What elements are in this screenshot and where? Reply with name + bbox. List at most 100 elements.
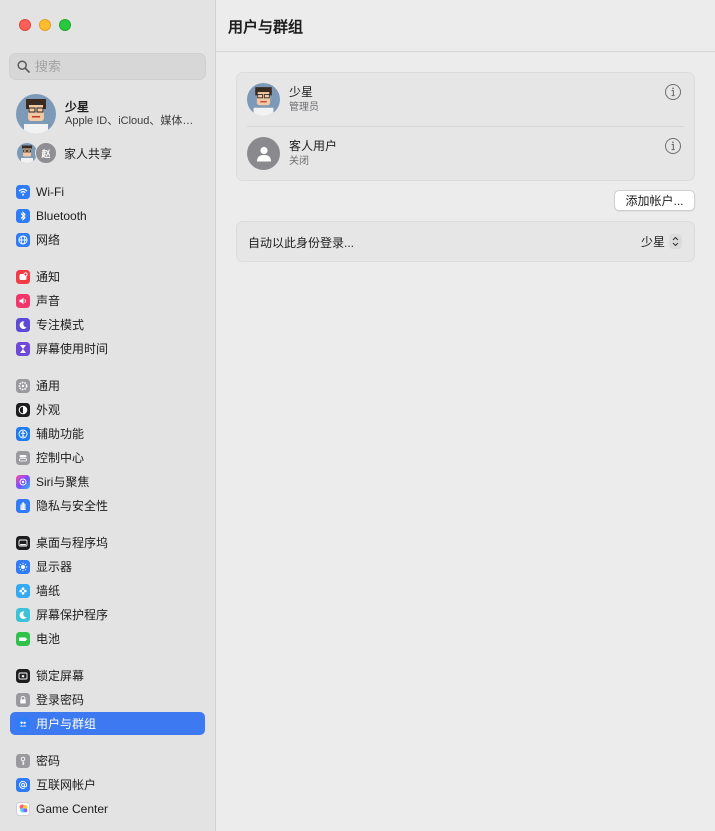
screensaver-icon bbox=[16, 607, 30, 622]
page-title: 用户与群组 bbox=[228, 19, 304, 36]
toolbar: 用户与群组 bbox=[216, 0, 715, 52]
sidebar-item-lock-screen[interactable]: 锁定屏幕 bbox=[10, 664, 205, 687]
sidebar-item-displays[interactable]: 显示器 bbox=[10, 555, 205, 578]
traffic-lights bbox=[19, 19, 71, 31]
search-icon bbox=[17, 60, 30, 73]
user-text: 客人用户 关闭 bbox=[289, 139, 337, 169]
sidebar-item-siri[interactable]: Siri与聚焦 bbox=[10, 470, 205, 493]
sidebar-item-label: 控制中心 bbox=[36, 451, 85, 465]
game-center-icon bbox=[16, 801, 30, 816]
auto-login-value: 少星 bbox=[640, 235, 665, 249]
sidebar-item-label: 密码 bbox=[36, 754, 61, 768]
chevron-updown-icon bbox=[669, 234, 682, 249]
sidebar-item-general[interactable]: 通用 bbox=[10, 374, 205, 397]
sidebar-item-label: Bluetooth bbox=[36, 208, 87, 223]
sidebar-item-label: Siri与聚焦 bbox=[36, 475, 90, 489]
sidebar-item-label: 用户与群组 bbox=[36, 717, 97, 731]
at-icon bbox=[16, 777, 30, 792]
user-row-guest[interactable]: 客人用户 关闭 bbox=[237, 127, 694, 180]
user-role: 管理员 bbox=[289, 101, 319, 113]
auto-login-row: 自动以此身份登录... 少星 bbox=[236, 221, 695, 262]
close-window-button[interactable] bbox=[19, 19, 31, 31]
sidebar-item-appearance[interactable]: 外观 bbox=[10, 398, 205, 421]
sidebar-item-wifi[interactable]: Wi-Fi bbox=[10, 180, 205, 203]
sidebar-item-internet-accounts[interactable]: 互联网帐户 bbox=[10, 773, 205, 796]
sidebar-item-privacy[interactable]: 隐私与安全性 bbox=[10, 494, 205, 517]
speaker-icon bbox=[16, 293, 30, 308]
system-settings-window: 少星 Apple ID、iCloud、媒体… 赵 家人共 bbox=[0, 0, 715, 831]
sidebar-item-game-center[interactable]: Game Center bbox=[10, 797, 205, 820]
sidebar-item-label: 互联网帐户 bbox=[36, 778, 97, 792]
control-center-icon bbox=[16, 450, 30, 465]
sidebar-item-desktop-dock[interactable]: 桌面与程序坞 bbox=[10, 531, 205, 554]
sidebar-item-label: 墙纸 bbox=[36, 584, 61, 598]
users-icon bbox=[16, 716, 30, 731]
accessibility-icon bbox=[16, 426, 30, 441]
sidebar-item-passwords[interactable]: 密码 bbox=[10, 749, 205, 772]
user-row-admin[interactable]: 少星 管理员 bbox=[237, 73, 694, 126]
sidebar-item-label: 锁定屏幕 bbox=[36, 669, 85, 683]
key-icon bbox=[16, 753, 30, 768]
hand-icon bbox=[16, 498, 30, 513]
family-avatar-2: 赵 bbox=[35, 142, 57, 164]
guest-avatar bbox=[247, 137, 280, 170]
sidebar-item-screen-time[interactable]: 屏幕使用时间 bbox=[10, 337, 205, 360]
avatar bbox=[16, 94, 56, 134]
sidebar-item-label: 登录密码 bbox=[36, 693, 85, 707]
sidebar-item-label: 网络 bbox=[36, 233, 61, 247]
sidebar-item-label: 外观 bbox=[36, 403, 61, 417]
sidebar-item-control-center[interactable]: 控制中心 bbox=[10, 446, 205, 469]
search-input[interactable] bbox=[35, 59, 185, 74]
sun-icon bbox=[16, 559, 30, 574]
sidebar-item-label: 屏幕保护程序 bbox=[36, 608, 109, 622]
user-name: 客人用户 bbox=[289, 138, 338, 153]
moon-icon bbox=[16, 317, 30, 332]
sidebar-item-login-password[interactable]: 登录密码 bbox=[10, 688, 205, 711]
wifi-icon bbox=[16, 184, 30, 199]
sidebar-item-label: Game Center bbox=[36, 801, 109, 816]
sidebar-item-wallpaper[interactable]: 墙纸 bbox=[10, 579, 205, 602]
sidebar-item-battery[interactable]: 电池 bbox=[10, 627, 205, 650]
maximize-window-button[interactable] bbox=[59, 19, 71, 31]
apple-id-account[interactable]: 少星 Apple ID、iCloud、媒体… bbox=[16, 93, 210, 135]
family-sharing[interactable]: 赵 家人共享 bbox=[16, 142, 112, 164]
user-name: 少星 bbox=[289, 84, 314, 99]
sidebar-item-label: 电池 bbox=[36, 632, 61, 646]
main-content: 用户与群组 少星 管理员 客人用户 关闭 添加帐户... 自动以此身份登录...… bbox=[216, 0, 715, 831]
siri-icon bbox=[16, 474, 30, 489]
sidebar: 少星 Apple ID、iCloud、媒体… 赵 家人共 bbox=[0, 0, 216, 831]
family-avatars: 赵 bbox=[16, 142, 58, 164]
auto-login-popup[interactable]: 少星 bbox=[641, 233, 682, 250]
search-field[interactable] bbox=[9, 53, 206, 80]
sidebar-item-label: 通知 bbox=[36, 270, 61, 284]
gear-icon bbox=[16, 378, 30, 393]
sidebar-item-notifications[interactable]: 通知 bbox=[10, 265, 205, 288]
sidebar-item-focus[interactable]: 专注模式 bbox=[10, 313, 205, 336]
flower-icon bbox=[16, 583, 30, 598]
sidebar-item-network[interactable]: 网络 bbox=[10, 228, 205, 251]
account-text: 少星 Apple ID、iCloud、媒体… bbox=[65, 100, 193, 128]
info-icon[interactable] bbox=[664, 83, 682, 101]
minimize-window-button[interactable] bbox=[39, 19, 51, 31]
sidebar-item-label: 通用 bbox=[36, 379, 61, 393]
sidebar-item-sound[interactable]: 声音 bbox=[10, 289, 205, 312]
lock-screen-icon bbox=[16, 668, 30, 683]
sidebar-item-screen-saver[interactable]: 屏幕保护程序 bbox=[10, 603, 205, 626]
info-icon[interactable] bbox=[664, 137, 682, 155]
add-account-button[interactable]: 添加帐户... bbox=[614, 190, 695, 211]
sidebar-item-label: 声音 bbox=[36, 294, 61, 308]
user-text: 少星 管理员 bbox=[289, 85, 319, 115]
sidebar-item-label: 辅助功能 bbox=[36, 427, 85, 441]
hourglass-icon bbox=[16, 341, 30, 356]
lock-icon bbox=[16, 692, 30, 707]
sidebar-item-bluetooth[interactable]: Bluetooth bbox=[10, 204, 205, 227]
sidebar-item-accessibility[interactable]: 辅助功能 bbox=[10, 422, 205, 445]
sidebar-item-users-groups[interactable]: 用户与群组 bbox=[10, 712, 205, 735]
sidebar-item-label: 隐私与安全性 bbox=[36, 499, 109, 513]
users-list: 少星 管理员 客人用户 关闭 bbox=[236, 72, 695, 181]
auto-login-label: 自动以此身份登录... bbox=[248, 236, 355, 250]
bell-icon bbox=[16, 269, 30, 284]
globe-icon bbox=[16, 232, 30, 247]
sidebar-item-label: 桌面与程序坞 bbox=[36, 536, 109, 550]
battery-icon bbox=[16, 631, 30, 646]
